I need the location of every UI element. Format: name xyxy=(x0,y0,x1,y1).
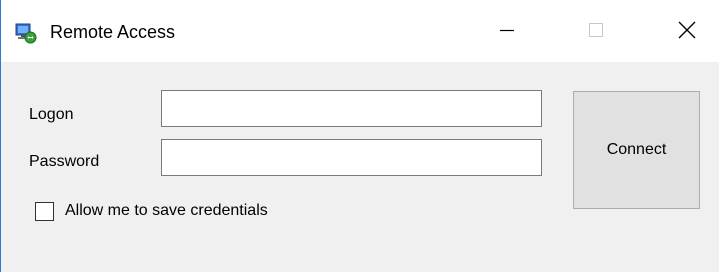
window-title: Remote Access xyxy=(50,22,176,42)
save-credentials-label[interactable]: Allow me to save credentials xyxy=(65,200,268,222)
remote-access-window: Remote Access Logon Password Allow me to… xyxy=(0,0,719,272)
connect-button[interactable]: Connect xyxy=(573,91,700,209)
save-credentials-checkbox[interactable] xyxy=(35,202,54,221)
form-area: Logon Password Allow me to save credenti… xyxy=(1,62,719,272)
close-icon[interactable] xyxy=(663,10,709,50)
maximize-icon[interactable] xyxy=(573,10,619,50)
password-label: Password xyxy=(29,153,100,170)
logon-field[interactable] xyxy=(161,90,542,127)
logon-label: Logon xyxy=(29,106,74,123)
connect-button-label: Connect xyxy=(606,141,667,158)
password-field[interactable] xyxy=(161,139,542,176)
minimize-icon[interactable] xyxy=(484,10,530,50)
title-bar[interactable]: Remote Access xyxy=(1,0,719,62)
remote-access-app-icon xyxy=(15,23,37,44)
